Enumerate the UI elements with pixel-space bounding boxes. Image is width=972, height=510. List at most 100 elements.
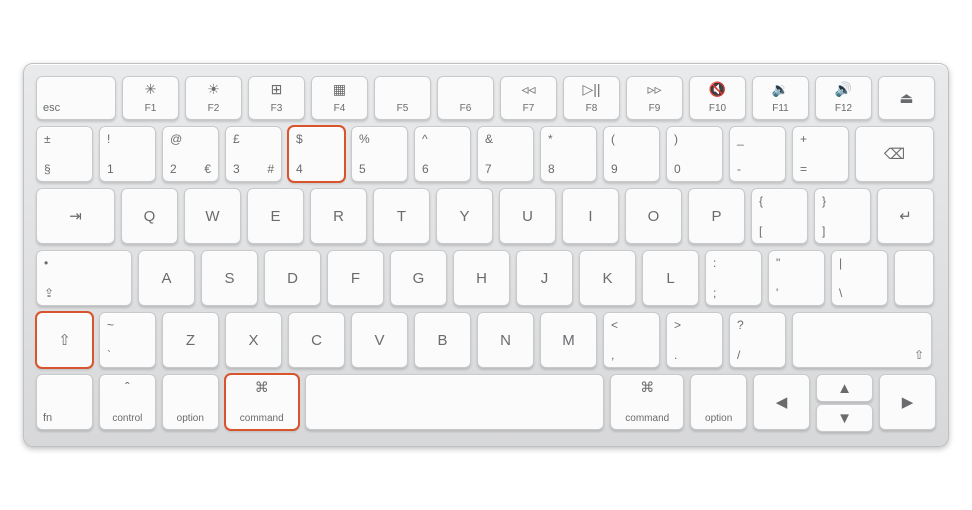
key-U[interactable]: U [499,188,556,244]
label-bl-esc: esc [43,103,60,114]
key-4[interactable]: $4 [288,126,345,182]
key-5[interactable]: %5 [351,126,408,182]
key-tab[interactable]: ⇥ [36,188,115,244]
key-shift-right[interactable]: ⇧ [792,312,932,368]
key-esc[interactable]: esc [36,76,116,120]
key-H[interactable]: H [453,250,510,306]
key-G[interactable]: G [390,250,447,306]
label-tl-bracket-open: { [759,195,763,207]
label-blL-period: . [674,349,677,361]
key-enter-cont[interactable] [894,250,934,306]
key-bracket-open[interactable]: {[ [751,188,808,244]
key-arrow-left[interactable]: ◀ [753,374,810,430]
key-B[interactable]: B [414,312,471,368]
label-tl-minus: _ [737,133,744,145]
key-M[interactable]: M [540,312,597,368]
label-tl-slash: ? [737,319,744,331]
glyph-P: P [689,189,744,243]
key-Y[interactable]: Y [436,188,493,244]
key-8[interactable]: *8 [540,126,597,182]
key-f10[interactable]: F10🔇 [689,76,746,120]
key-semicolon[interactable]: :; [705,250,762,306]
key-f2[interactable]: F2☀︎ [185,76,242,120]
key-backtick[interactable]: ~` [99,312,156,368]
key-arrow-up[interactable]: ▲ [816,374,873,402]
key-f7[interactable]: F7◃◃ [500,76,557,120]
key-T[interactable]: T [373,188,430,244]
key-comma[interactable]: <, [603,312,660,368]
key-Z[interactable]: Z [162,312,219,368]
key-X[interactable]: X [225,312,282,368]
key-section[interactable]: ±§ [36,126,93,182]
key-E[interactable]: E [247,188,304,244]
key-R[interactable]: R [310,188,367,244]
key-F[interactable]: F [327,250,384,306]
label-tl-9: ( [611,133,615,145]
key-f6[interactable]: F6 [437,76,494,120]
key-f12[interactable]: F12🔊 [815,76,872,120]
key-f4[interactable]: F4▦ [311,76,368,120]
key-A[interactable]: A [138,250,195,306]
label-tl-backslash: | [839,257,842,269]
key-period[interactable]: >. [666,312,723,368]
key-command-right[interactable]: command⌘ [610,374,684,430]
label-tl-capslock: • [44,257,48,269]
key-quote[interactable]: "' [768,250,825,306]
key-f9[interactable]: F9▹▹ [626,76,683,120]
key-2[interactable]: @2€ [162,126,219,182]
key-enter[interactable]: ↵ [877,188,934,244]
key-command-left[interactable]: command⌘ [225,374,299,430]
key-option-left[interactable]: option [162,374,219,430]
key-1[interactable]: !1 [99,126,156,182]
key-f1[interactable]: F1✳︎ [122,76,179,120]
row-shift: ⇧~`ZXCVBNM<,>.?/⇧ [36,312,936,368]
key-minus[interactable]: _- [729,126,786,182]
key-eject[interactable]: ⏏ [878,76,935,120]
key-P[interactable]: P [688,188,745,244]
label-blL-bracket-open: [ [759,225,762,237]
key-equals[interactable]: += [792,126,849,182]
key-f11[interactable]: F11🔉 [752,76,809,120]
key-0[interactable]: )0 [666,126,723,182]
key-slash[interactable]: ?/ [729,312,786,368]
row-bottom: fncontrolˆoptioncommand⌘command⌘option◀▲… [36,374,936,432]
label-bc-f9: F9 [627,104,682,114]
label-br-shift-right: ⇧ [914,349,924,361]
key-K[interactable]: K [579,250,636,306]
key-shift-left[interactable]: ⇧ [36,312,93,368]
glyph-S: S [202,251,257,305]
label-tl-comma: < [611,319,618,331]
key-arrow-down[interactable]: ▼ [816,404,873,432]
key-6[interactable]: ^6 [414,126,471,182]
key-C[interactable]: C [288,312,345,368]
label-bl-fn: fn [43,413,52,424]
key-9[interactable]: (9 [603,126,660,182]
label-tl-section: ± [44,133,51,145]
key-D[interactable]: D [264,250,321,306]
key-backslash[interactable]: |\ [831,250,888,306]
key-L[interactable]: L [642,250,699,306]
key-7[interactable]: &7 [477,126,534,182]
tab-icon: ⇥ [37,189,114,243]
key-I[interactable]: I [562,188,619,244]
key-option-right[interactable]: option [690,374,747,430]
key-f8[interactable]: F8▷|| [563,76,620,120]
key-Q[interactable]: Q [121,188,178,244]
label-bc-f5: F5 [375,104,430,114]
key-backspace[interactable]: ⌫ [855,126,934,182]
key-3[interactable]: £3# [225,126,282,182]
key-f3[interactable]: F3⊞ [248,76,305,120]
key-space[interactable] [305,374,605,430]
key-S[interactable]: S [201,250,258,306]
key-V[interactable]: V [351,312,408,368]
key-N[interactable]: N [477,312,534,368]
key-capslock[interactable]: •⇪ [36,250,132,306]
key-J[interactable]: J [516,250,573,306]
key-bracket-close[interactable]: }] [814,188,871,244]
key-W[interactable]: W [184,188,241,244]
key-f5[interactable]: F5 [374,76,431,120]
key-O[interactable]: O [625,188,682,244]
key-control[interactable]: controlˆ [99,374,156,430]
key-arrow-right[interactable]: ▶ [879,374,936,430]
key-fn[interactable]: fn [36,374,93,430]
